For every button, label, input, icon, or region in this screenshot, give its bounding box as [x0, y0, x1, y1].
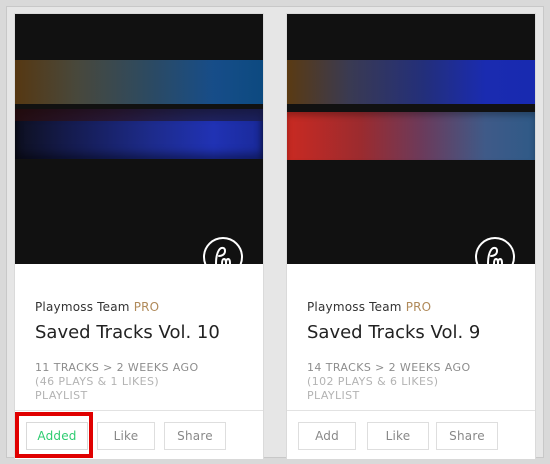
- artwork-band: [287, 60, 535, 104]
- playlist-card[interactable]: Playmoss Team PRO Saved Tracks Vol. 9 14 …: [287, 14, 535, 459]
- author-line: Playmoss Team PRO: [35, 300, 159, 314]
- plays-likes: (102 PLAYS & 6 LIKES): [307, 375, 439, 388]
- playlist-meta: 14 TRACKS > 2 WEEKS AGO (102 PLAYS & 6 L…: [307, 361, 471, 403]
- playlist-card[interactable]: Playmoss Team PRO Saved Tracks Vol. 10 11…: [15, 14, 263, 459]
- card-content: Playmoss Team PRO Saved Tracks Vol. 10 11…: [15, 264, 263, 410]
- pro-badge: PRO: [133, 300, 160, 314]
- author-name[interactable]: Playmoss Team: [35, 300, 130, 314]
- pro-badge: PRO: [405, 300, 432, 314]
- card-actions: Added Like Share: [15, 410, 263, 459]
- artwork-band: [15, 60, 263, 104]
- share-button[interactable]: Share: [164, 422, 226, 450]
- author-line: Playmoss Team PRO: [307, 300, 431, 314]
- card-actions: Add Like Share: [287, 410, 535, 459]
- playlist-artwork[interactable]: [15, 14, 263, 264]
- author-name[interactable]: Playmoss Team: [307, 300, 402, 314]
- add-button[interactable]: Add: [298, 422, 356, 450]
- share-button[interactable]: Share: [436, 422, 498, 450]
- card-content: Playmoss Team PRO Saved Tracks Vol. 9 14 …: [287, 264, 535, 410]
- playlist-type: PLAYLIST: [35, 389, 88, 402]
- track-count: 14 TRACKS > 2 WEEKS AGO: [307, 361, 471, 374]
- playlist-meta: 11 TRACKS > 2 WEEKS AGO (46 PLAYS & 1 LI…: [35, 361, 199, 403]
- added-button[interactable]: Added: [26, 422, 88, 450]
- playlist-title[interactable]: Saved Tracks Vol. 9: [307, 322, 480, 343]
- like-button[interactable]: Like: [367, 422, 429, 450]
- like-button[interactable]: Like: [97, 422, 155, 450]
- playlist-artwork[interactable]: [287, 14, 535, 264]
- plays-likes: (46 PLAYS & 1 LIKES): [35, 375, 160, 388]
- artwork-band: [15, 109, 263, 159]
- playlist-title[interactable]: Saved Tracks Vol. 10: [35, 322, 220, 343]
- playlist-type: PLAYLIST: [307, 389, 360, 402]
- track-count: 11 TRACKS > 2 WEEKS AGO: [35, 361, 199, 374]
- artwork-band: [287, 112, 535, 160]
